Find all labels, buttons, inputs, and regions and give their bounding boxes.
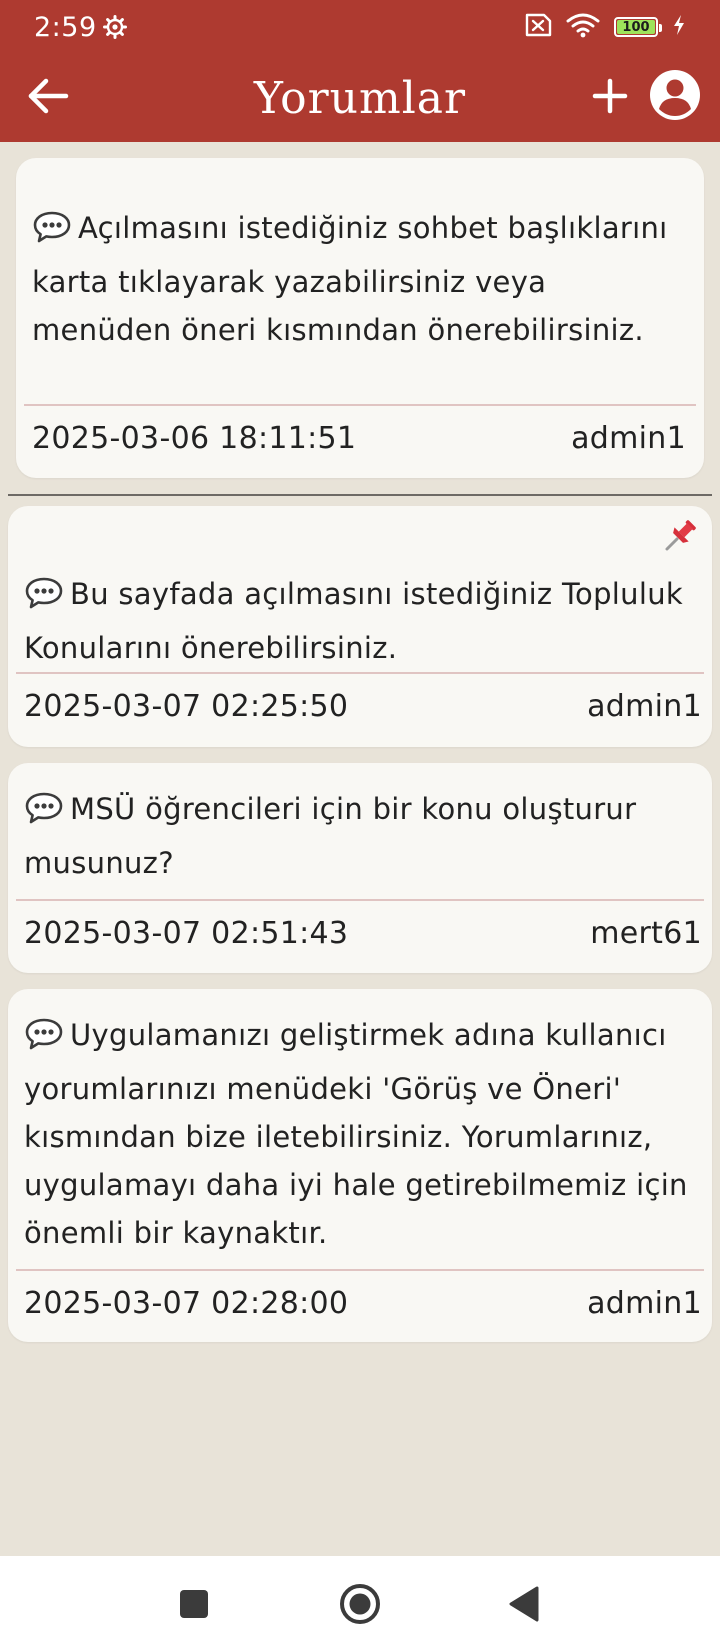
plus-icon <box>592 78 628 119</box>
card-divider <box>16 672 704 674</box>
comment-author[interactable]: admin1 <box>587 689 702 724</box>
status-bar: 2:59 100 <box>0 0 720 54</box>
battery-icon: 100 <box>614 17 662 37</box>
comment-body: Uygulamanızı geliştirmek adına kullanıcı… <box>24 1011 700 1257</box>
home-circle-icon <box>339 1583 381 1630</box>
comment-timestamp: 2025-03-07 02:25:50 <box>24 688 349 724</box>
app-bar: Yorumlar <box>0 54 720 142</box>
pinned-section-divider <box>8 494 712 496</box>
speech-bubble-icon <box>24 1017 64 1065</box>
comment-author[interactable]: admin1 <box>587 1286 702 1321</box>
comment-body: Açılmasını istediğiniz sohbet başlıkları… <box>32 204 682 354</box>
comment-text: Uygulamanızı geliştirmek adına kullanıcı… <box>24 1018 688 1250</box>
profile-button[interactable] <box>646 68 704 126</box>
comment-timestamp: 2025-03-07 02:51:43 <box>24 915 349 951</box>
comment-timestamp: 2025-03-07 02:28:00 <box>24 1285 349 1321</box>
card-divider <box>16 1269 704 1271</box>
comment-body: MSÜ öğrencileri için bir konu oluşturur … <box>24 785 694 887</box>
speech-bubble-icon <box>24 791 64 839</box>
home-button[interactable] <box>334 1580 386 1632</box>
charging-icon <box>672 14 686 41</box>
gear-icon <box>102 15 127 39</box>
back-button[interactable] <box>22 72 74 124</box>
comment-author[interactable]: mert61 <box>590 916 702 951</box>
comment-card[interactable]: Uygulamanızı geliştirmek adına kullanıcı… <box>8 989 712 1342</box>
system-nav-bar <box>0 1556 720 1650</box>
back-arrow-icon <box>27 78 69 119</box>
comment-footer: 2025-03-06 18:11:51 admin1 <box>32 416 686 460</box>
status-icons: 100 <box>522 12 686 43</box>
comment-text: Açılmasını istediğiniz sohbet başlıkları… <box>32 211 668 347</box>
back-triangle-icon <box>508 1586 540 1627</box>
battery-level: 100 <box>622 19 650 35</box>
speech-bubble-icon <box>24 576 64 624</box>
recents-square-icon <box>179 1589 209 1624</box>
comment-text: Bu sayfada açılmasını istediğiniz Toplul… <box>24 577 683 665</box>
comment-author[interactable]: admin1 <box>571 421 686 456</box>
recents-button[interactable] <box>168 1580 220 1632</box>
comment-timestamp: 2025-03-06 18:11:51 <box>32 420 357 456</box>
nav-back-button[interactable] <box>498 1580 550 1632</box>
comment-card[interactable]: MSÜ öğrencileri için bir konu oluşturur … <box>8 763 712 973</box>
add-comment-button[interactable] <box>584 72 636 124</box>
card-divider <box>16 899 704 901</box>
comment-card[interactable]: Açılmasını istediğiniz sohbet başlıkları… <box>16 158 704 478</box>
account-circle-icon <box>649 69 701 126</box>
wifi-icon <box>566 12 600 43</box>
comment-footer: 2025-03-07 02:25:50 admin1 <box>24 684 702 728</box>
comment-text: MSÜ öğrencileri için bir konu oluşturur … <box>24 792 637 880</box>
no-sim-icon <box>522 13 552 42</box>
comment-footer: 2025-03-07 02:28:00 admin1 <box>24 1281 702 1325</box>
comment-footer: 2025-03-07 02:51:43 mert61 <box>24 911 702 955</box>
card-divider <box>24 404 696 406</box>
comment-card-pinned[interactable]: Bu sayfada açılmasını istediğiniz Toplul… <box>8 506 712 747</box>
speech-bubble-icon <box>32 210 72 258</box>
status-time: 2:59 <box>34 11 97 43</box>
comment-body: Bu sayfada açılmasını istediğiniz Toplul… <box>24 570 694 672</box>
pushpin-icon <box>662 518 698 559</box>
